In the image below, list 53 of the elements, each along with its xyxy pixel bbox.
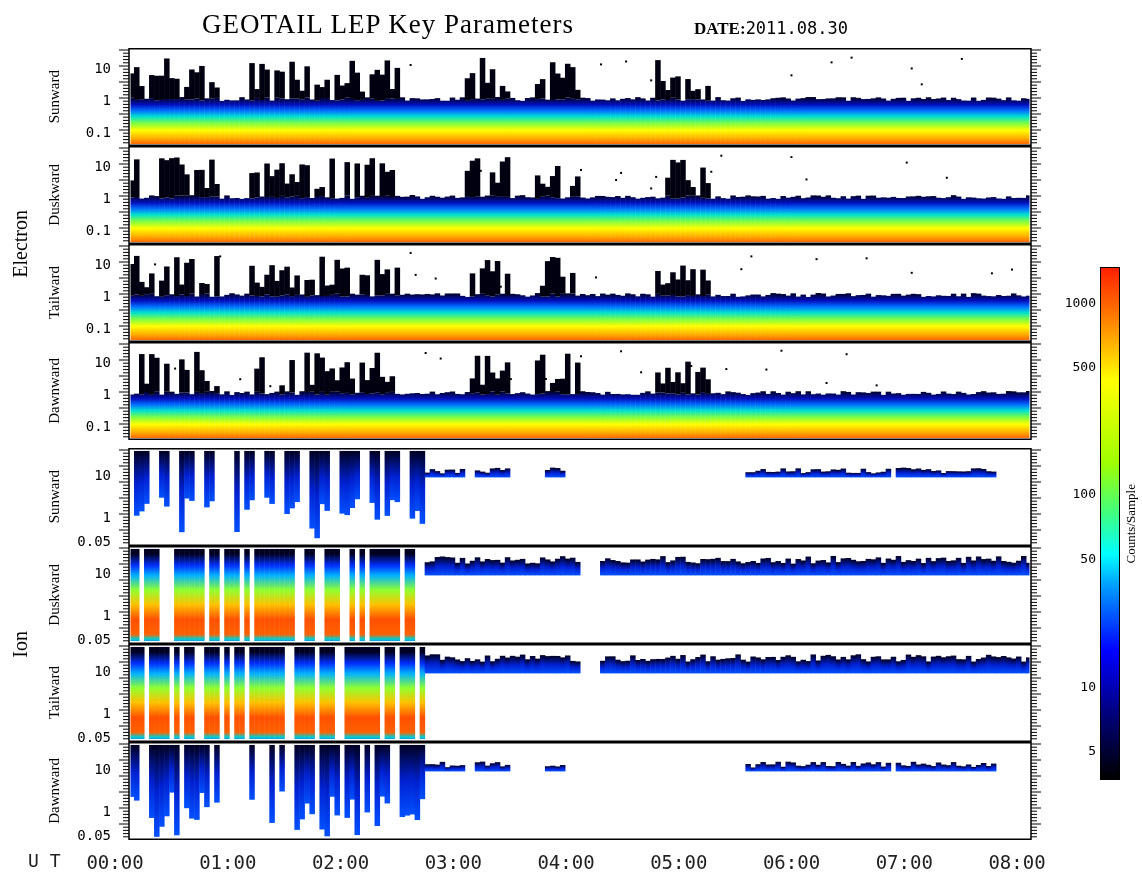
y-tick-label: 0.05: [77, 828, 111, 843]
y-tick-label: 10: [94, 256, 111, 271]
y-tick-label: 10: [94, 762, 111, 777]
plot-title: GEOTAIL LEP Key Parameters: [202, 8, 574, 40]
y-tick-label: 10: [94, 664, 111, 679]
y-tick-label: 1: [102, 803, 111, 818]
y-tick-label: 1: [102, 607, 111, 622]
colorbar-tick-label: 10: [1080, 679, 1096, 693]
colorbar-tick-label: 5: [1088, 743, 1096, 757]
y-tick-label: 0.1: [85, 125, 111, 140]
y-tick-label: 0.05: [77, 632, 111, 647]
panel-label: Dawnward: [45, 358, 63, 424]
y-tick-label: 10: [94, 566, 111, 581]
panel-label: Duskward: [45, 564, 63, 626]
colorbar-label: Counts/Sample: [1123, 483, 1139, 564]
y-tick-label: 1: [102, 288, 111, 303]
colorbar-tick-label: 1000: [1064, 295, 1096, 309]
panel-label: Dawnward: [45, 758, 63, 824]
x-tick-label: 07:00: [875, 851, 933, 874]
y-tick-label: 1: [102, 92, 111, 107]
colorbar-tick-label: 500: [1072, 359, 1096, 373]
panel-label: Tailward: [45, 266, 63, 320]
y-tick-label: 1: [102, 509, 111, 524]
y-tick-label: 1: [102, 386, 111, 401]
y-tick-label: 10: [94, 468, 111, 483]
x-tick-label: 08:00: [988, 851, 1046, 874]
panel-label: Duskward: [45, 164, 63, 226]
group-label: Ion: [8, 630, 32, 658]
colorbar-tick-label: 100: [1072, 486, 1096, 500]
y-tick-label: 0.1: [85, 321, 111, 336]
group-label: Electron: [8, 210, 32, 278]
colorbar-tick-label: 50: [1080, 551, 1096, 565]
x-tick-label: 00:00: [86, 851, 144, 874]
x-tick-label: 04:00: [537, 851, 595, 874]
panel-label: Sunward: [45, 470, 63, 524]
y-tick-label: 10: [94, 354, 111, 369]
y-tick-label: 0.1: [85, 223, 111, 238]
x-tick-label: 01:00: [199, 851, 257, 874]
y-tick-label: 10: [94, 60, 111, 75]
x-tick-label: 06:00: [762, 851, 821, 874]
y-tick-label: 0.05: [77, 730, 111, 745]
y-tick-label: 0.05: [77, 534, 111, 549]
panel-label: Tailward: [45, 666, 63, 720]
date-label: DATE:2011.08.30: [694, 17, 848, 39]
y-tick-label: 1: [102, 190, 111, 205]
x-tick-label: 03:00: [424, 851, 482, 874]
y-tick-label: 10: [94, 158, 111, 173]
panel-label: Sunward: [45, 70, 63, 124]
x-tick-label: 05:00: [650, 851, 708, 874]
x-axis-label: U T: [27, 849, 62, 871]
x-tick-label: 02:00: [311, 851, 370, 874]
y-tick-label: 0.1: [85, 419, 111, 434]
y-tick-label: 1: [102, 705, 111, 720]
